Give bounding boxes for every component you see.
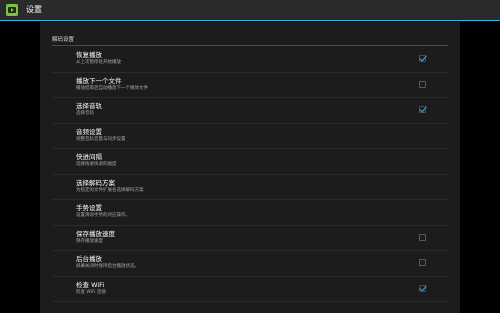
pref-gesture-settings[interactable]: 手势设置 设置滑动手势的对应操作。 bbox=[52, 200, 448, 226]
pref-title: 保存播放速度 bbox=[76, 229, 115, 238]
video-player-app-icon[interactable] bbox=[6, 4, 18, 16]
checkmark-icon bbox=[419, 283, 427, 291]
pref-title: 快进间隔 bbox=[76, 153, 102, 161]
pref-summary: 选择快进快退的幅度 bbox=[76, 162, 117, 167]
pref-summary: 调整音轨音量与同步设置 bbox=[76, 136, 126, 142]
pref-summary: 为指定的文件扩展名选择解码方案 bbox=[76, 187, 144, 193]
pref-summary: 设置滑动手势的对应操作。 bbox=[76, 213, 130, 218]
preference-list: 恢复播放 从上次暂停处开始播放 播放下一个文件 播放结束后自动播放下一个媒体文件… bbox=[52, 47, 448, 302]
page-title: 设置 bbox=[26, 5, 42, 14]
checkmark-icon bbox=[419, 53, 427, 62]
pref-background-playback[interactable]: 后台播放 屏幕关闭时保持后台播放状态。 bbox=[52, 251, 448, 277]
checkmark-icon bbox=[419, 104, 427, 113]
pref-title: 音频设置 bbox=[76, 127, 102, 136]
pref-seek-interval[interactable]: 快进间隔 选择快进快退的幅度 bbox=[52, 149, 448, 175]
pref-title: 选择解码方案 bbox=[76, 178, 115, 187]
pref-resume-playback[interactable]: 恢复播放 从上次暂停处开始播放 bbox=[52, 47, 448, 73]
pref-summary: 屏幕关闭时保持后台播放状态。 bbox=[76, 264, 139, 269]
pref-title: 选择音轨 bbox=[76, 102, 102, 110]
play-next-file-checkbox[interactable] bbox=[419, 80, 426, 88]
pref-select-audio-track[interactable]: 选择音轨 选择音轨 bbox=[52, 98, 448, 124]
settings-panel: 解码设置 恢复播放 从上次暂停处开始播放 播放下一个文件 播放结束后自动播放下一… bbox=[40, 22, 460, 313]
pref-title: 播放下一个文件 bbox=[76, 76, 122, 85]
section-header: 解码设置 bbox=[52, 36, 448, 46]
pref-check-wifi[interactable]: 检查 WiFi 检查 WiFi 连接 bbox=[52, 277, 448, 302]
check-wifi-checkbox[interactable] bbox=[419, 283, 427, 292]
pref-title: 检查 WiFi bbox=[76, 280, 105, 289]
pref-summary: 保存播放速度 bbox=[76, 238, 103, 244]
action-bar: 设置 bbox=[0, 0, 500, 21]
pref-summary: 播放结束后自动播放下一个媒体文件 bbox=[76, 85, 148, 91]
resume-playback-checkbox[interactable] bbox=[419, 53, 427, 62]
pref-decoder-scheme[interactable]: 选择解码方案 为指定的文件扩展名选择解码方案 bbox=[52, 175, 448, 200]
pref-audio-settings[interactable]: 音频设置 调整音轨音量与同步设置 bbox=[52, 124, 448, 149]
select-audio-track-checkbox[interactable] bbox=[419, 104, 427, 113]
pref-title: 恢复播放 bbox=[76, 51, 102, 59]
background-playback-checkbox[interactable] bbox=[419, 259, 426, 266]
pref-play-next-file[interactable]: 播放下一个文件 播放结束后自动播放下一个媒体文件 bbox=[52, 73, 448, 98]
pref-summary: 从上次暂停处开始播放 bbox=[76, 60, 121, 65]
save-playback-speed-checkbox[interactable] bbox=[419, 233, 426, 241]
pref-title: 手势设置 bbox=[76, 204, 102, 212]
pref-summary: 检查 WiFi 连接 bbox=[76, 289, 106, 295]
pref-title: 后台播放 bbox=[76, 255, 102, 263]
pref-save-playback-speed[interactable]: 保存播放速度 保存播放速度 bbox=[52, 226, 448, 251]
play-icon bbox=[10, 8, 14, 12]
pref-summary: 选择音轨 bbox=[76, 111, 94, 116]
